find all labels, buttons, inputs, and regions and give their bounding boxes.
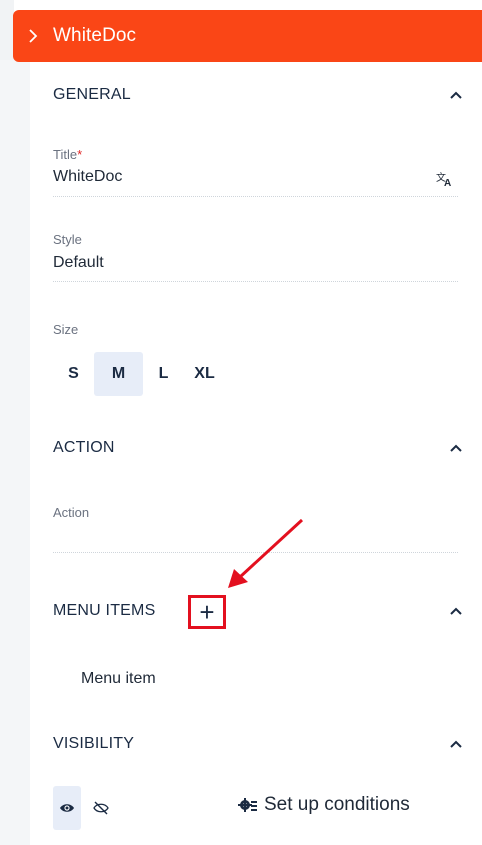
set-up-conditions-button[interactable]: Set up conditions [238,794,410,816]
title-field-value[interactable]: WhiteDoc [53,168,122,186]
size-option-xl[interactable]: XL [184,352,225,396]
chevron-up-icon[interactable] [449,604,463,618]
eye-off-icon [93,801,109,815]
section-action-header[interactable]: ACTION [53,435,463,461]
title-field-label: Title* [53,147,83,162]
style-field-label: Style [53,232,82,247]
action-field-label: Action [53,505,90,520]
menu-item[interactable]: Menu item [81,670,156,688]
title-field-underline [53,196,458,197]
panel-title: WhiteDoc [53,25,137,46]
chevron-right-icon[interactable] [13,29,53,43]
plus-icon: + [199,597,215,627]
chevron-up-icon[interactable] [449,88,463,102]
left-gutter [0,60,30,845]
add-menu-item-button[interactable]: + [188,595,226,629]
size-option-m[interactable]: M [94,352,143,396]
size-selector: S M L XL [53,352,225,396]
section-menu-items-title: MENU ITEMS [53,602,156,619]
section-general-title: GENERAL [53,86,131,103]
chevron-up-icon[interactable] [449,737,463,751]
panel-header[interactable]: WhiteDoc [13,10,482,62]
section-visibility-title: VISIBILITY [53,735,135,752]
size-option-l[interactable]: L [143,352,184,396]
eye-icon [60,804,74,812]
required-marker: * [77,147,83,162]
gear-list-icon [238,798,257,812]
translate-icon[interactable]: 文 A [436,171,454,187]
size-option-s[interactable]: S [53,352,94,396]
hidden-button[interactable] [87,786,115,830]
section-menu-items-header[interactable]: MENU ITEMS [53,598,463,624]
section-visibility-header[interactable]: VISIBILITY [53,731,463,757]
svg-text:A: A [444,178,451,187]
style-field-underline [53,281,458,282]
set-up-conditions-label: Set up conditions [264,794,410,815]
visibility-toggle [53,786,115,830]
style-field-value[interactable]: Default [53,254,104,272]
visible-button[interactable] [53,786,81,830]
size-field-label: Size [53,322,79,337]
annotation-arrow [228,518,304,588]
section-action-title: ACTION [53,439,115,456]
chevron-up-icon[interactable] [449,441,463,455]
section-general-header[interactable]: GENERAL [53,82,463,108]
